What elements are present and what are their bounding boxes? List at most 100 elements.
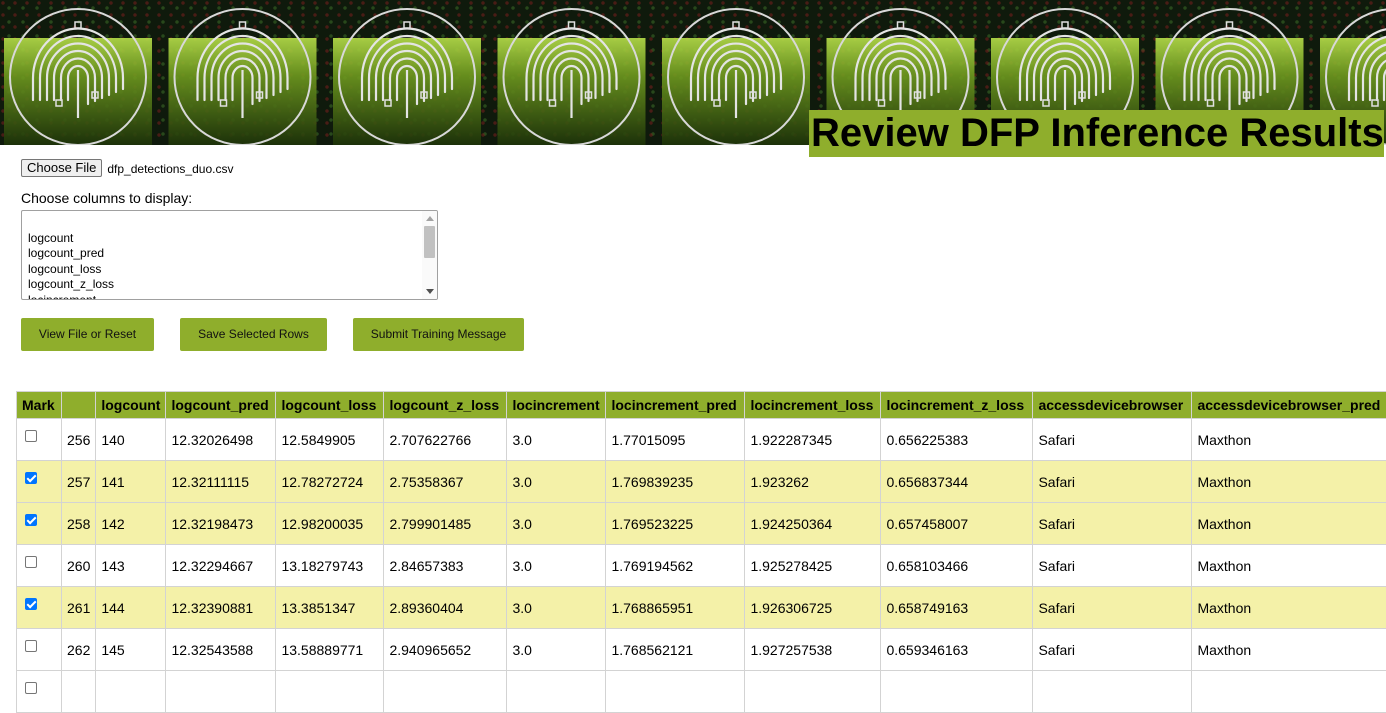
fingerprint-icon: [333, 9, 481, 145]
column-header: [62, 392, 96, 419]
column-header: accessdevicebrowser: [1033, 392, 1192, 419]
column-option[interactable]: logcount_loss: [28, 262, 114, 277]
table-header-row: Marklogcountlogcount_predlogcount_losslo…: [17, 392, 1386, 419]
row-checkbox[interactable]: [25, 514, 37, 526]
table-cell: Maxthon: [1192, 503, 1386, 545]
table-cell: 2.707622766: [384, 419, 507, 461]
fingerprint-icon: [662, 9, 810, 145]
table-cell: Maxthon: [1192, 461, 1386, 503]
table-cell: 1.925278425: [745, 545, 881, 587]
view-file-button[interactable]: View File or Reset: [21, 318, 154, 351]
page-title: Review DFP Inference Results: [809, 110, 1384, 157]
table-cell: Safari: [1033, 587, 1192, 629]
table-body: 25614012.3202649812.58499052.7076227663.…: [17, 419, 1386, 713]
scroll-thumb[interactable]: [424, 226, 435, 258]
table-cell: 262: [62, 629, 96, 671]
save-selected-rows-button[interactable]: Save Selected Rows: [180, 318, 327, 351]
mark-cell: [17, 461, 62, 503]
mark-cell: [17, 587, 62, 629]
listbox-scrollbar[interactable]: [422, 211, 437, 299]
fingerprint-icon: [498, 9, 646, 145]
table-cell: 261: [62, 587, 96, 629]
table-cell: 12.32026498: [166, 419, 276, 461]
table-row[interactable]: [17, 671, 1386, 713]
table-cell: 2.89360404: [384, 587, 507, 629]
table-cell: [62, 671, 96, 713]
table-cell: 2.940965652: [384, 629, 507, 671]
table-cell: 1.924250364: [745, 503, 881, 545]
mark-cell: [17, 629, 62, 671]
table-cell: 12.78272724: [276, 461, 384, 503]
column-header: Mark: [17, 392, 62, 419]
table-row[interactable]: 25814212.3219847312.982000352.7999014853…: [17, 503, 1386, 545]
table-cell: 12.32198473: [166, 503, 276, 545]
table-row[interactable]: 26014312.3229466713.182797432.846573833.…: [17, 545, 1386, 587]
column-option[interactable]: logcount: [28, 231, 114, 246]
table-cell: 1.926306725: [745, 587, 881, 629]
table-cell: 1.768562121: [606, 629, 745, 671]
table-cell: 1.77015095: [606, 419, 745, 461]
columns-options: logcount logcount_pred logcount_loss log…: [28, 231, 114, 300]
table-cell: [606, 671, 745, 713]
table-cell: 12.32294667: [166, 545, 276, 587]
table-cell: 3.0: [507, 419, 606, 461]
scroll-up-icon[interactable]: [426, 216, 434, 221]
row-checkbox[interactable]: [25, 682, 37, 694]
column-header: locincrement: [507, 392, 606, 419]
table-cell: 3.0: [507, 629, 606, 671]
mark-cell: [17, 545, 62, 587]
table-cell: Maxthon: [1192, 545, 1386, 587]
table-cell: 0.657458007: [881, 503, 1033, 545]
table-cell: 143: [96, 545, 166, 587]
column-header: locincrement_z_loss: [881, 392, 1033, 419]
table-cell: Maxthon: [1192, 629, 1386, 671]
table-cell: Maxthon: [1192, 587, 1386, 629]
table-cell: 0.658749163: [881, 587, 1033, 629]
table-cell: Safari: [1033, 503, 1192, 545]
row-checkbox[interactable]: [25, 556, 37, 568]
column-option[interactable]: logcount_pred: [28, 246, 114, 261]
file-name: dfp_detections_duo.csv: [107, 162, 233, 176]
table-cell: [881, 671, 1033, 713]
choose-file-button[interactable]: Choose File: [21, 159, 102, 177]
table-cell: [745, 671, 881, 713]
column-header: logcount_pred: [166, 392, 276, 419]
column-header: locincrement_loss: [745, 392, 881, 419]
table-cell: 141: [96, 461, 166, 503]
row-checkbox[interactable]: [25, 598, 37, 610]
table-cell: [1192, 671, 1386, 713]
table-cell: [384, 671, 507, 713]
table-cell: 2.799901485: [384, 503, 507, 545]
row-checkbox[interactable]: [25, 640, 37, 652]
table-cell: Safari: [1033, 461, 1192, 503]
table-cell: 1.923262: [745, 461, 881, 503]
row-checkbox[interactable]: [25, 430, 37, 442]
submit-training-button[interactable]: Submit Training Message: [353, 318, 524, 351]
scroll-down-icon[interactable]: [426, 289, 434, 294]
table-cell: 140: [96, 419, 166, 461]
table-cell: 1.769194562: [606, 545, 745, 587]
column-option[interactable]: logcount_z_loss: [28, 277, 114, 292]
file-chooser: Choose File dfp_detections_duo.csv: [21, 159, 233, 177]
columns-label: Choose columns to display:: [21, 190, 192, 206]
table-row[interactable]: 25714112.3211111512.782727242.753583673.…: [17, 461, 1386, 503]
columns-select[interactable]: logcount logcount_pred logcount_loss log…: [21, 210, 438, 300]
table-cell: [507, 671, 606, 713]
table-cell: 260: [62, 545, 96, 587]
fingerprint-icon: [4, 9, 152, 145]
table-cell: 2.84657383: [384, 545, 507, 587]
table-cell: [276, 671, 384, 713]
table-cell: 12.32111115: [166, 461, 276, 503]
row-checkbox[interactable]: [25, 472, 37, 484]
table-cell: 12.5849905: [276, 419, 384, 461]
table-cell: 3.0: [507, 461, 606, 503]
table-row[interactable]: 25614012.3202649812.58499052.7076227663.…: [17, 419, 1386, 461]
table-cell: 13.18279743: [276, 545, 384, 587]
column-option[interactable]: locincrement: [28, 293, 114, 300]
column-header: locincrement_pred: [606, 392, 745, 419]
table-row[interactable]: 26114412.3239088113.38513472.893604043.0…: [17, 587, 1386, 629]
table-cell: 1.769839235: [606, 461, 745, 503]
table-cell: Maxthon: [1192, 419, 1386, 461]
table-cell: 142: [96, 503, 166, 545]
table-row[interactable]: 26214512.3254358813.588897712.9409656523…: [17, 629, 1386, 671]
